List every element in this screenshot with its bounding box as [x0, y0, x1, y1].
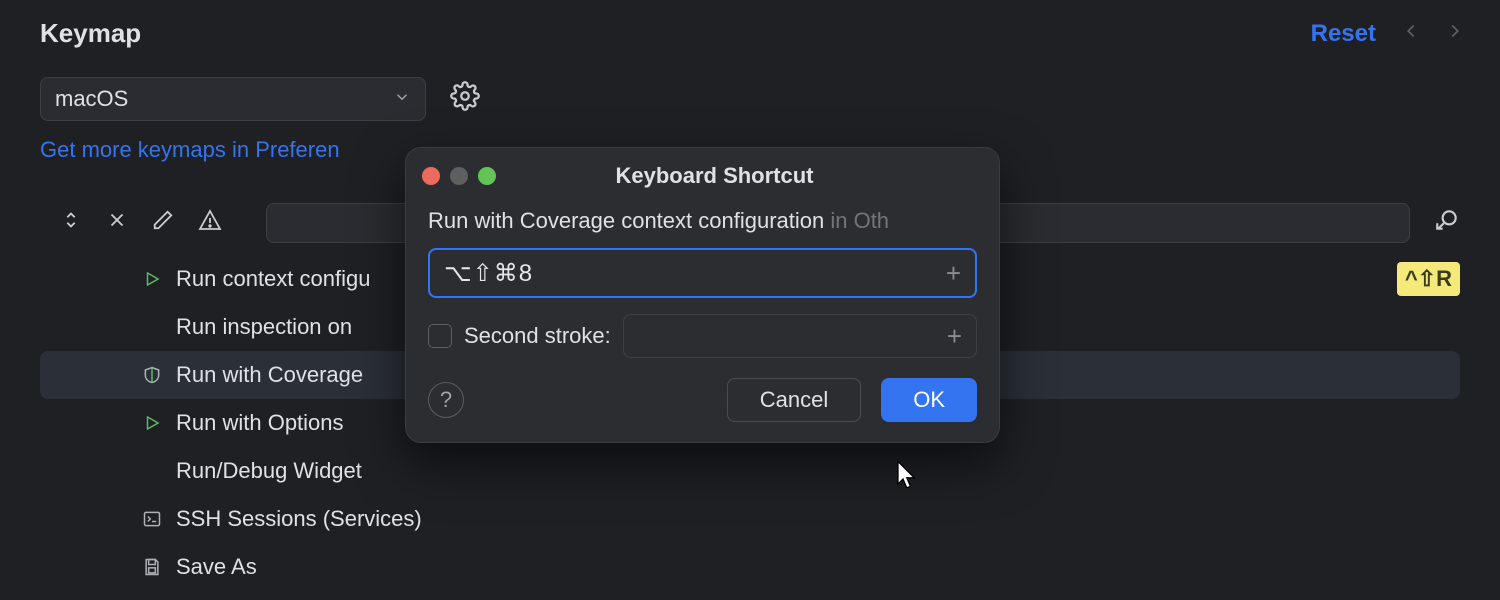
shortcut-value: ⌥⇧⌘8 — [444, 259, 533, 288]
first-stroke-input[interactable]: ⌥⇧⌘8 + — [428, 248, 977, 298]
gear-icon[interactable] — [450, 81, 480, 117]
second-stroke-checkbox[interactable] — [428, 324, 452, 348]
plus-icon[interactable]: + — [946, 258, 961, 289]
plus-icon[interactable]: + — [947, 321, 962, 352]
list-item-label: Run inspection on — [176, 314, 352, 340]
keymap-select-value: macOS — [55, 86, 128, 112]
keyboard-shortcut-dialog: Keyboard Shortcut Run with Coverage cont… — [405, 147, 1000, 443]
play-icon — [140, 270, 164, 288]
disk-icon — [140, 557, 164, 577]
play-icon — [140, 414, 164, 432]
ok-button[interactable]: OK — [881, 378, 977, 422]
shield-icon — [140, 365, 164, 385]
list-item-label: Run/Debug Widget — [176, 458, 362, 484]
chevron-down-icon — [393, 86, 411, 112]
shortcut-badge: ^⇧R — [1397, 262, 1460, 296]
help-button[interactable]: ? — [428, 382, 464, 418]
action-description: Run with Coverage context configuration … — [428, 208, 977, 234]
close-window-icon[interactable] — [422, 167, 440, 185]
second-stroke-label: Second stroke: — [464, 323, 611, 349]
page-title: Keymap — [40, 18, 1291, 49]
terminal-icon — [140, 509, 164, 529]
cancel-button[interactable]: Cancel — [727, 378, 861, 422]
keymap-select[interactable]: macOS — [40, 77, 426, 121]
back-arrow-icon[interactable] — [1396, 20, 1426, 48]
list-item-label: Run context configu — [176, 266, 370, 292]
expand-collapse-icon[interactable] — [60, 209, 82, 237]
forward-arrow-icon[interactable] — [1440, 20, 1470, 48]
list-item-label: SSH Sessions (Services) — [176, 506, 422, 532]
list-item[interactable]: Save As — [40, 543, 1460, 591]
list-item[interactable]: Run/Debug Widget — [40, 447, 1460, 495]
find-shortcut-icon[interactable] — [1434, 207, 1460, 239]
action-context: in Oth — [824, 208, 889, 233]
second-stroke-input[interactable]: + — [623, 314, 977, 358]
list-item[interactable]: SSH Sessions (Services) — [40, 495, 1460, 543]
list-item-label: Run with Options — [176, 410, 344, 436]
action-name: Run with Coverage context configuration — [428, 208, 824, 233]
list-item-label: Run with Coverage — [176, 362, 363, 388]
reset-button[interactable]: Reset — [1311, 20, 1376, 48]
dialog-title: Keyboard Shortcut — [446, 163, 983, 189]
edit-icon[interactable] — [152, 209, 174, 237]
list-item-label: Save As — [176, 554, 257, 580]
warning-icon[interactable] — [198, 208, 222, 238]
collapse-all-icon[interactable] — [106, 209, 128, 237]
